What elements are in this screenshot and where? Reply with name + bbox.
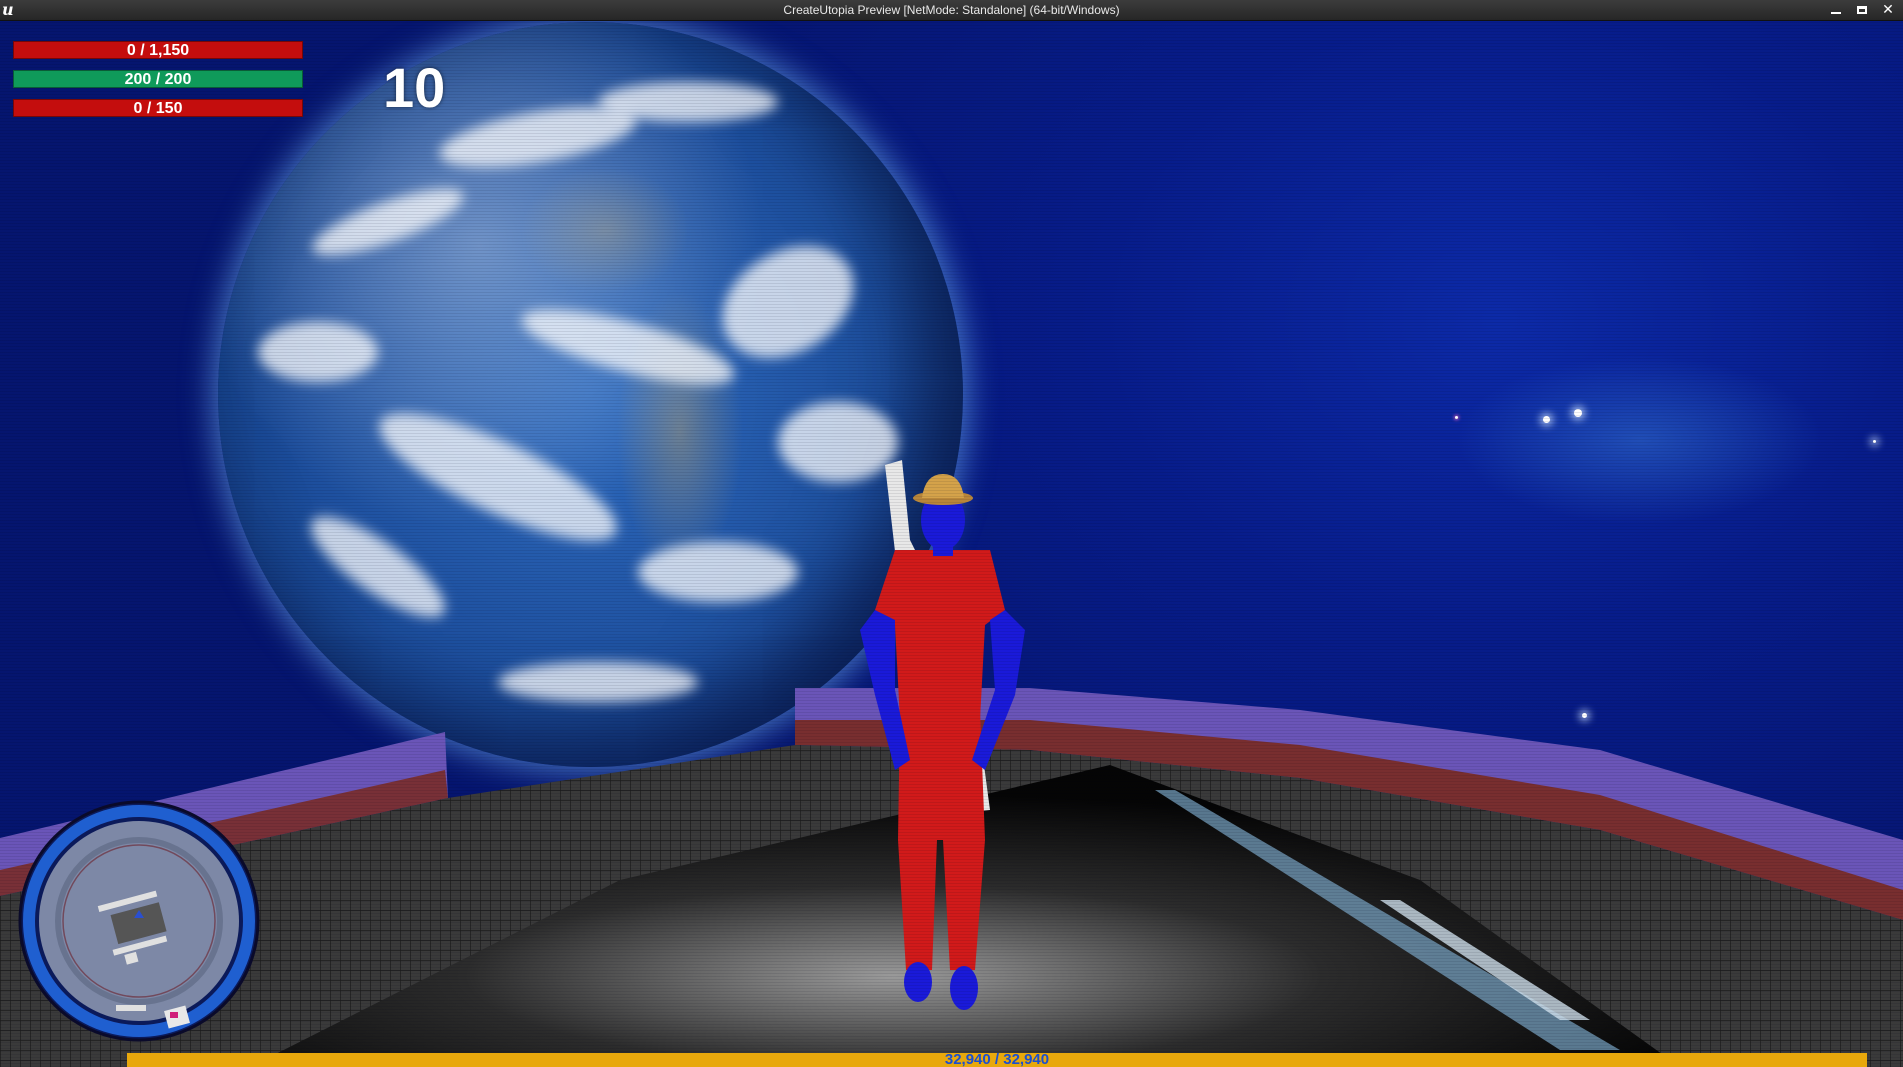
stamina-bar: 200 / 200 bbox=[13, 70, 303, 88]
left-foot bbox=[904, 962, 932, 1002]
health-bar: 0 / 1,150 bbox=[13, 41, 303, 59]
mana-bar: 0 / 150 bbox=[13, 99, 303, 117]
character-neck bbox=[933, 542, 953, 556]
window-controls: ✕ bbox=[1829, 0, 1895, 20]
minimize-button[interactable] bbox=[1829, 3, 1843, 17]
character-legs bbox=[898, 710, 985, 970]
window-title: CreateUtopia Preview [NetMode: Standalon… bbox=[783, 3, 1120, 17]
health-bar-label: 0 / 1,150 bbox=[126, 42, 190, 59]
counter-display: 10 bbox=[383, 56, 446, 119]
title-bar[interactable]: u CreateUtopia Preview [NetMode: Standal… bbox=[0, 0, 1903, 21]
minimap[interactable] bbox=[18, 800, 260, 1042]
stamina-bar-label: 200 / 200 bbox=[124, 71, 192, 88]
mana-bar-label: 0 / 150 bbox=[133, 100, 183, 117]
close-button[interactable]: ✕ bbox=[1881, 3, 1895, 17]
hat-crown bbox=[922, 474, 964, 498]
experience-bar: 32,940 / 32,940 bbox=[127, 1051, 1867, 1067]
right-foot bbox=[950, 966, 978, 1010]
maximize-button[interactable] bbox=[1855, 3, 1869, 17]
game-window: u CreateUtopia Preview [NetMode: Standal… bbox=[0, 0, 1903, 1067]
player-character[interactable] bbox=[840, 460, 1070, 1030]
game-viewport[interactable] bbox=[0, 20, 1903, 1067]
experience-bar-label: 32,940 / 32,940 bbox=[944, 1051, 1050, 1067]
